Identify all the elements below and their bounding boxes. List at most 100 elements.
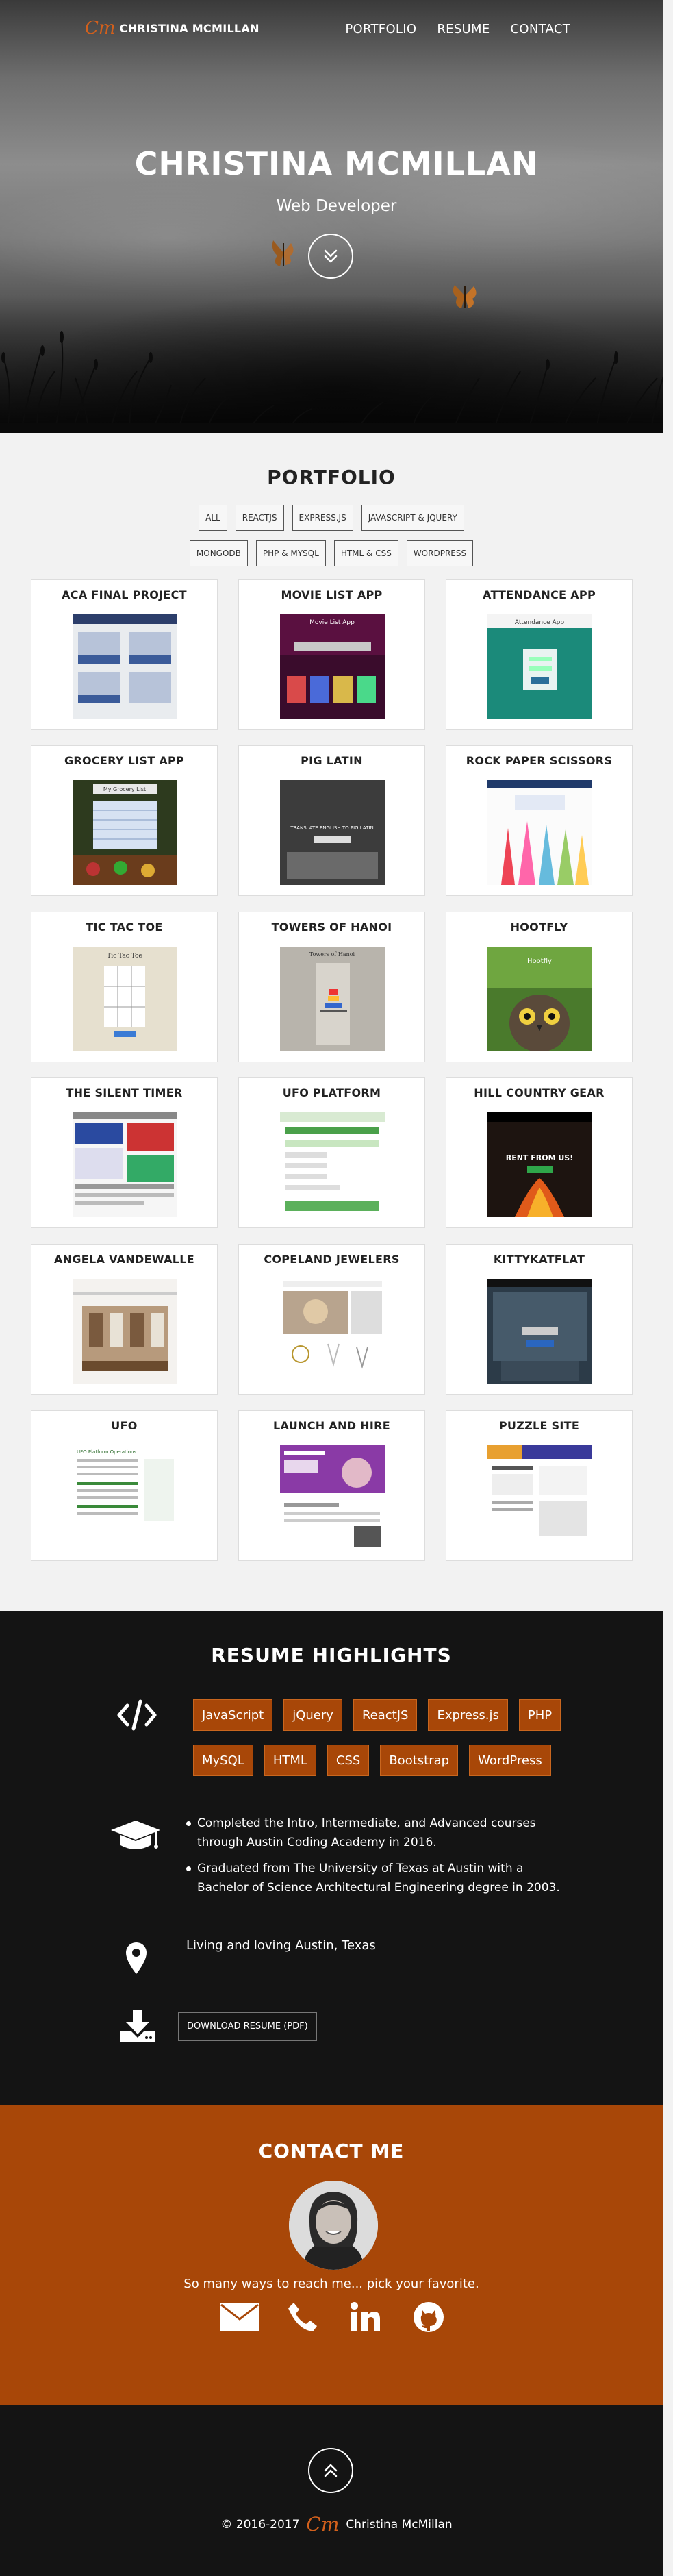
avatar [289,2181,378,2270]
skills-row: MySQL HTML CSS Bootstrap WordPress [193,1745,551,1776]
filter-javascript-jquery[interactable]: JAVASCRIPT & JQUERY [361,505,464,531]
page: Cm CHRISTINA MCMILLAN PORTFOLIO RESUME C… [0,0,673,2576]
project-thumbnail[interactable]: RENT FROM US! [487,1112,592,1217]
filter-all[interactable]: ALL [199,505,227,531]
skill-badge: CSS [327,1745,370,1776]
logo-text: CHRISTINA MCMILLAN [119,21,259,35]
filter-php-mysql[interactable]: PHP & MYSQL [255,540,326,566]
project-thumbnail[interactable] [73,1279,177,1384]
location-text: Living and loving Austin, Texas [186,1938,376,1953]
project-title: TIC TAC TOE [86,921,163,934]
project-thumbnail[interactable] [73,1112,177,1217]
project-thumbnail[interactable]: Towers of Hanoi [280,947,385,1051]
project-card[interactable]: COPELAND JEWELERS [238,1244,425,1395]
project-card[interactable]: PIG LATIN TRANSLATE ENGLISH TO PIG LATIN [238,745,425,896]
project-thumbnail[interactable] [487,1279,592,1384]
project-card[interactable]: TOWERS OF HANOI Towers of Hanoi [238,912,425,1062]
footer: © 2016-2017 Cm Christina McMillan [0,2405,673,2576]
project-thumbnail[interactable] [487,1445,592,1550]
scroll-down-button[interactable] [308,234,353,279]
project-card[interactable]: ROCK PAPER SCISSORS [446,745,633,896]
github-icon [414,2302,444,2332]
project-title: GROCERY LIST APP [64,754,185,767]
double-chevron-up-icon [324,2464,338,2477]
double-chevron-down-icon [324,249,338,263]
project-thumbnail[interactable] [280,1445,385,1550]
project-card[interactable]: HOOTFLY Hootfly [446,912,633,1062]
thumb-hill-title: RENT FROM US! [506,1153,574,1162]
project-thumbnail[interactable]: Hootfly [487,947,592,1051]
filter-html-css[interactable]: HTML & CSS [333,540,398,566]
project-card[interactable]: MOVIE LIST APP Movie List App [238,579,425,730]
project-thumbnail[interactable] [487,780,592,885]
logo[interactable]: Cm CHRISTINA MCMILLAN [85,19,259,37]
butterfly-icon [453,285,477,308]
skill-badge: WordPress [469,1745,551,1776]
email-link[interactable] [218,2296,262,2338]
thumb-grocery-title: My Grocery List [103,786,146,792]
phone-icon [288,2303,317,2331]
project-title: MOVIE LIST APP [281,588,383,601]
project-thumbnail[interactable] [280,1112,385,1217]
project-title: PIG LATIN [301,754,363,767]
skills-list: JavaScript jQuery ReactJS Express.js PHP… [193,1699,561,1790]
skill-badge: Express.js [428,1699,508,1731]
project-title: UFO PLATFORM [282,1086,381,1099]
butterfly-icon [272,240,294,266]
education-item: Graduated from The University of Texas a… [185,1859,568,1897]
footer-name: Christina McMillan [346,2518,453,2531]
project-title: COPELAND JEWELERS [264,1253,400,1266]
linkedin-link[interactable] [344,2296,388,2338]
github-link[interactable] [407,2296,450,2338]
copyright: © 2016-2017 Cm Christina McMillan [0,2515,673,2534]
footer-logo-monogram: Cm [306,2513,340,2536]
filter-wordpress[interactable]: WORDPRESS [406,540,474,566]
filter-expressjs[interactable]: EXPRESS.JS [292,505,353,531]
phone-link[interactable] [281,2296,325,2338]
project-card[interactable]: LAUNCH AND HIRE [238,1410,425,1561]
project-card[interactable]: GROCERY LIST APP My Grocery List [31,745,218,896]
project-thumbnail[interactable]: UFO Platform Operations [73,1445,177,1550]
grass-silhouette [0,296,673,433]
project-card[interactable]: ATTENDANCE APP Attendance App [446,579,633,730]
download-icon [120,2010,155,2042]
project-thumbnail[interactable]: Tic Tac Toe [73,947,177,1051]
resume-section: RESUME HIGHLIGHTS JavaScript jQuery Reac… [0,1611,663,2105]
graduation-cap-icon [111,1821,160,1849]
project-thumbnail[interactable] [280,1279,385,1384]
nav-link-resume[interactable]: RESUME [437,22,490,36]
project-thumbnail[interactable]: My Grocery List [73,780,177,885]
project-card[interactable]: ANGELA VANDEWALLE [31,1244,218,1395]
project-card[interactable]: PUZZLE SITE [446,1410,633,1561]
nav-link-contact[interactable]: CONTACT [511,22,570,36]
scrollbar-track [663,0,673,2576]
envelope-icon [220,2303,259,2331]
nav-link-portfolio[interactable]: PORTFOLIO [345,22,416,36]
project-card[interactable]: THE SILENT TIMER [31,1077,218,1228]
project-title: THE SILENT TIMER [66,1086,183,1099]
download-resume-button[interactable]: DOWNLOAD RESUME (PDF) [178,2012,317,2041]
project-card[interactable]: UFO UFO Platform Operations [31,1410,218,1561]
nav-links: PORTFOLIO RESUME CONTACT [345,22,570,36]
project-title: HOOTFLY [510,921,568,934]
social-links [218,2296,450,2338]
project-card[interactable]: HILL COUNTRY GEAR RENT FROM US! [446,1077,633,1228]
project-title: UFO [111,1419,138,1432]
project-card[interactable]: TIC TAC TOE Tic Tac Toe [31,912,218,1062]
project-card[interactable]: ACA FINAL PROJECT [31,579,218,730]
education-item: Completed the Intro, Intermediate, and A… [185,1814,568,1852]
project-thumbnail[interactable]: Attendance App [487,614,592,719]
project-card[interactable]: UFO PLATFORM [238,1077,425,1228]
project-card[interactable]: KITTYKATFLAT [446,1244,633,1395]
filter-reactjs[interactable]: REACTJS [235,505,284,531]
linkedin-icon [351,2302,380,2331]
education-list: Completed the Intro, Intermediate, and A… [185,1814,568,1904]
project-title: ROCK PAPER SCISSORS [466,754,613,767]
project-thumbnail[interactable]: Movie List App [280,614,385,719]
back-to-top-button[interactable] [308,2448,353,2493]
project-thumbnail[interactable] [73,614,177,719]
project-thumbnail[interactable]: TRANSLATE ENGLISH TO PIG LATIN [280,780,385,885]
skill-badge: JavaScript [193,1699,273,1731]
top-nav: Cm CHRISTINA MCMILLAN PORTFOLIO RESUME C… [0,0,673,60]
filter-mongodb[interactable]: MONGODB [189,540,248,566]
